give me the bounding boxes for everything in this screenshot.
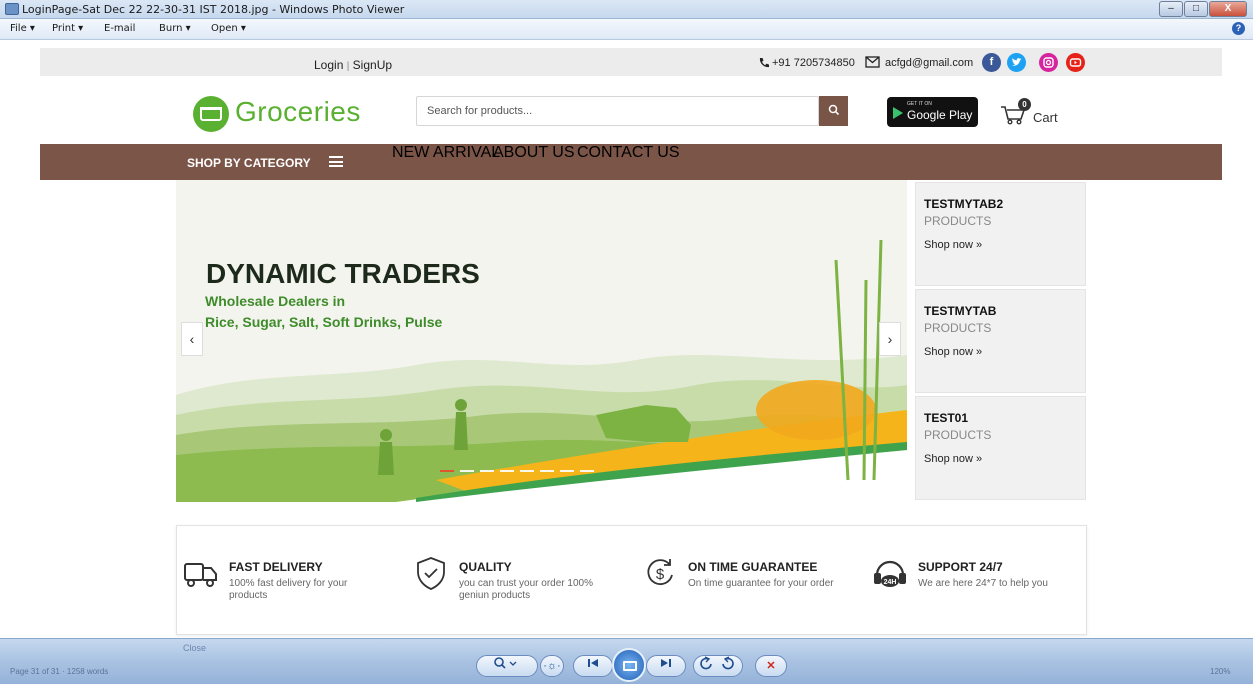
truck-icon	[184, 563, 217, 587]
twitter-icon[interactable]	[1007, 53, 1026, 72]
feature-description: you can trust your order 100% geniun pro…	[459, 578, 593, 601]
window-title: LoginPage-Sat Dec 22 22-30-31 IST 2018.j…	[22, 3, 405, 16]
nav-about-us[interactable]: ABOUT US	[493, 144, 575, 162]
menu-email[interactable]: E-mail	[104, 23, 135, 34]
youtube-icon[interactable]	[1066, 53, 1085, 72]
side-card-title: TESTMYTAB2	[924, 197, 1004, 211]
nav-new-arrival[interactable]: NEW ARRIVAL	[392, 144, 500, 162]
svg-text:$: $	[656, 566, 665, 583]
next-icon	[661, 659, 671, 667]
search-input[interactable]	[416, 96, 819, 126]
banner-title: DYNAMIC TRADERS	[206, 258, 480, 289]
carousel-next-button[interactable]: ›	[879, 322, 901, 356]
status-right: 120%	[1210, 667, 1231, 676]
menu-open[interactable]: Open ▾	[211, 23, 246, 34]
google-play-badge[interactable]: GET IT ON Google Play	[887, 97, 978, 127]
login-link[interactable]: Login	[314, 58, 343, 72]
maximize-button[interactable]: □	[1184, 1, 1208, 17]
signup-link[interactable]: SignUp	[353, 58, 392, 72]
carousel-dot[interactable]	[580, 470, 594, 472]
shop-by-category[interactable]: SHOP BY CATEGORY	[187, 156, 311, 170]
shop-now-link[interactable]: Shop now »	[924, 239, 982, 251]
hero-banner[interactable]	[176, 180, 907, 502]
mail-icon	[865, 56, 880, 68]
side-card-testmytab[interactable]: TESTMYTAB PRODUCTS Shop now »	[915, 289, 1086, 393]
feature-title: QUALITY	[459, 560, 512, 574]
shield-check-icon	[417, 557, 445, 590]
groceries-logo-text[interactable]: Groceries	[235, 96, 361, 128]
menu-burn[interactable]: Burn ▾	[159, 23, 191, 34]
phone-icon	[759, 58, 769, 68]
login-signup: Login | SignUp	[314, 58, 392, 72]
google-play-text: Google Play	[907, 108, 973, 122]
hamburger-menu-icon[interactable]	[329, 156, 343, 167]
headset-24h-icon: 24H	[874, 560, 906, 587]
menu-bar: File ▾ Print ▾ E-mail Burn ▾ Open ▾ ?	[0, 19, 1253, 40]
window-titlebar: LoginPage-Sat Dec 22 22-30-31 IST 2018.j…	[0, 0, 1253, 19]
zoom-button[interactable]	[476, 655, 538, 677]
carousel-indicators	[440, 470, 594, 472]
feature-description: 100% fast delivery for your products	[229, 578, 348, 601]
side-card-subtitle: PRODUCTS	[924, 428, 992, 442]
instagram-icon[interactable]	[1039, 53, 1058, 72]
carousel-dot[interactable]	[500, 470, 514, 472]
carousel-dot[interactable]	[560, 470, 574, 472]
carousel-dot[interactable]	[440, 470, 454, 472]
side-card-testmytab2[interactable]: TESTMYTAB2 PRODUCTS Shop now »	[915, 182, 1086, 286]
email-address[interactable]: acfgd@gmail.com	[885, 57, 973, 69]
carousel-prev-button[interactable]: ‹	[181, 322, 203, 356]
search-icon	[828, 104, 839, 115]
rotate-icons	[700, 656, 734, 670]
dollar-cycle-icon: $	[647, 559, 673, 585]
google-play-small-text: GET IT ON	[907, 101, 932, 107]
search-button[interactable]	[819, 96, 848, 126]
menu-print[interactable]: Print ▾	[52, 23, 83, 34]
cart-count-badge: 0	[1018, 98, 1031, 111]
banner-subtitle-2: Rice, Sugar, Salt, Soft Drinks, Pulse	[205, 314, 443, 330]
close-window-button[interactable]: X	[1209, 1, 1247, 17]
phone-number: +91 7205734850	[772, 57, 855, 69]
carousel-dot[interactable]	[540, 470, 554, 472]
nav-contact-us[interactable]: CONTACT US	[577, 144, 680, 162]
menu-file[interactable]: File ▾	[10, 23, 35, 34]
side-card-subtitle: PRODUCTS	[924, 321, 992, 335]
feature-title: ON TIME GUARANTEE	[688, 560, 818, 574]
previous-icon	[588, 659, 598, 667]
feature-description: We are here 24*7 to help you	[918, 578, 1048, 589]
feature-description: On time guarantee for your order	[688, 578, 834, 589]
slideshow-icon	[623, 661, 637, 671]
rotate-buttons[interactable]	[693, 655, 743, 677]
groceries-logo-icon[interactable]	[193, 96, 229, 132]
window-controls: – □ X	[1159, 1, 1247, 17]
delete-button[interactable]: ✕	[755, 655, 787, 677]
banner-subtitle-1: Wholesale Dealers in	[205, 293, 346, 309]
minimize-button[interactable]: –	[1159, 1, 1183, 17]
zoom-icon	[494, 657, 517, 669]
shop-now-link[interactable]: Shop now »	[924, 453, 982, 465]
farm-landscape-illustration	[176, 180, 907, 502]
actual-size-button[interactable]: ·☼·	[540, 655, 564, 677]
status-left: Page 31 of 31 · 1258 words	[10, 667, 109, 676]
feature-title: SUPPORT 24/7	[918, 560, 1003, 574]
play-store-icon	[893, 107, 903, 119]
next-button[interactable]	[646, 655, 686, 677]
login-separator: |	[346, 61, 350, 72]
cart-label[interactable]: Cart	[1033, 110, 1058, 125]
slideshow-button[interactable]	[612, 648, 646, 682]
carousel-dot[interactable]	[520, 470, 534, 472]
side-card-test01[interactable]: TEST01 PRODUCTS Shop now »	[915, 396, 1086, 500]
photo-viewer-app-icon	[5, 3, 19, 15]
side-card-title: TEST01	[924, 411, 969, 425]
side-card-title: TESTMYTAB	[924, 304, 997, 318]
svg-text:24H: 24H	[884, 579, 897, 586]
facebook-icon[interactable]: f	[982, 53, 1001, 72]
side-card-subtitle: PRODUCTS	[924, 214, 992, 228]
close-label[interactable]: Close	[183, 643, 206, 653]
shop-now-link[interactable]: Shop now »	[924, 346, 982, 358]
help-icon[interactable]: ?	[1232, 22, 1245, 35]
carousel-dot[interactable]	[460, 470, 474, 472]
carousel-dot[interactable]	[480, 470, 494, 472]
feature-title: FAST DELIVERY	[229, 560, 323, 574]
previous-button[interactable]	[573, 655, 613, 677]
